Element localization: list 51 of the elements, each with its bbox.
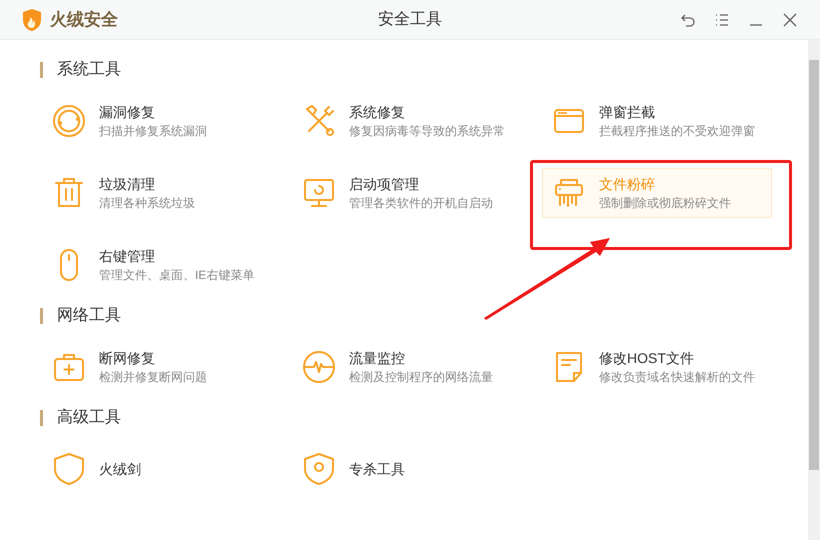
tool-title: 启动项管理 [349, 176, 420, 192]
tool-title: 修改HOST文件 [599, 350, 695, 366]
scrollbar[interactable] [808, 40, 820, 540]
section-title: 高级工具 [57, 408, 121, 428]
shield-icon [301, 451, 337, 487]
tool-item[interactable]: 火绒剑 [42, 444, 272, 494]
scrollbar-thumb[interactable] [809, 60, 819, 470]
tool-item[interactable]: 修改HOST文件 修改负责域名快速解析的文件 [542, 342, 772, 392]
tool-title: 专杀工具 [349, 461, 405, 477]
tool-item[interactable]: 系统修复 修复因病毒等导致的系统异常 [292, 96, 522, 146]
pulse-circle-icon [301, 349, 337, 385]
tool-item[interactable]: 右键管理 管理文件、桌面、IE右键菜单 [42, 240, 272, 290]
tool-title: 文件粉碎 [599, 176, 656, 192]
tool-title: 漏洞修复 [99, 104, 156, 120]
tool-description: 检测及控制程序的网络流量 [349, 370, 493, 384]
tool-item[interactable]: 断网修复 检测并修复断网问题 [42, 342, 272, 392]
tool-title: 右键管理 [99, 248, 156, 264]
window-title: 安全工具 [377, 10, 443, 30]
tool-description: 强制删除或彻底粉碎文件 [599, 196, 731, 210]
tool-description: 扫描并修复系统漏洞 [99, 124, 207, 138]
section-marker [40, 410, 43, 426]
shield-icon [51, 451, 87, 487]
tool-description: 管理各类软件的开机自启动 [349, 196, 493, 210]
flame-shield-logo-icon [22, 8, 42, 30]
tool-title: 火绒剑 [99, 461, 141, 477]
section-marker [40, 62, 43, 78]
tool-description: 修复因病毒等导致的系统异常 [349, 124, 505, 138]
tool-title: 弹窗拦截 [599, 104, 656, 120]
section-marker [40, 308, 43, 324]
tool-description: 清理各种系统垃圾 [99, 196, 195, 210]
section-title: 网络工具 [57, 306, 121, 326]
tool-title: 系统修复 [349, 104, 406, 120]
tool-description: 修改负责域名快速解析的文件 [599, 370, 755, 384]
tool-item[interactable]: 漏洞修复 扫描并修复系统漏洞 [42, 96, 272, 146]
tool-item[interactable]: 流量监控 检测及控制程序的网络流量 [292, 342, 522, 392]
tool-description: 管理文件、桌面、IE右键菜单 [99, 268, 254, 282]
tool-item[interactable]: 弹窗拦截 拦截程序推送的不受欢迎弹窗 [542, 96, 772, 146]
tool-title: 垃圾清理 [99, 176, 156, 192]
menu-icon[interactable] [714, 12, 730, 28]
tool-item[interactable]: 启动项管理 管理各类软件的开机自启动 [292, 168, 522, 218]
tool-title: 流量监控 [349, 350, 406, 366]
app-name: 火绒安全 [50, 8, 118, 31]
tool-description: 检测并修复断网问题 [99, 370, 207, 384]
tool-title: 断网修复 [99, 350, 156, 366]
tool-item[interactable]: 垃圾清理 清理各种系统垃圾 [42, 168, 272, 218]
back-icon[interactable] [680, 12, 696, 28]
section-title: 系统工具 [57, 60, 121, 80]
close-icon[interactable] [782, 12, 798, 28]
refresh-circle-icon [51, 103, 87, 139]
tool-description: 拦截程序推送的不受欢迎弹窗 [599, 124, 755, 138]
tool-item[interactable]: 专杀工具 [292, 444, 522, 494]
